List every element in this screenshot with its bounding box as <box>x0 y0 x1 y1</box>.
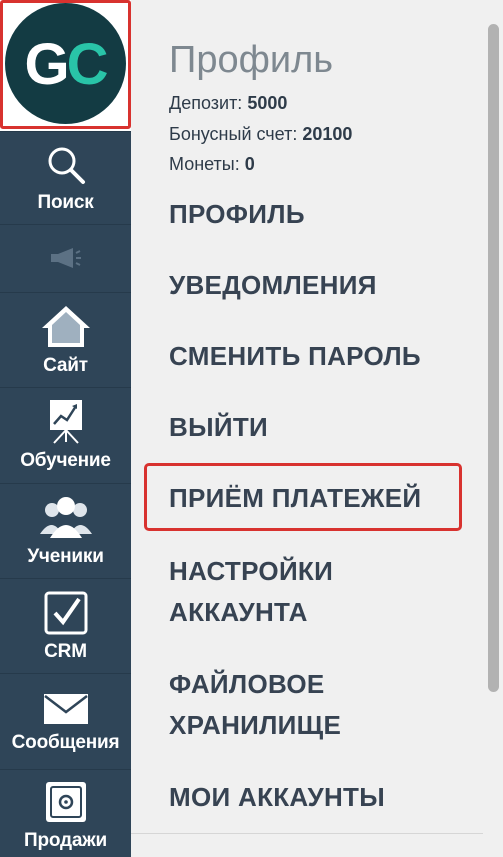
checkbox-icon <box>43 589 89 640</box>
logo-highlight-frame <box>0 0 131 129</box>
menu-item-logout[interactable]: ВЫЙТИ <box>169 407 469 448</box>
users-icon <box>38 494 94 545</box>
deposit-label: Депозит: <box>169 93 248 113</box>
megaphone-icon <box>49 247 83 274</box>
coins-value: 0 <box>244 154 255 174</box>
bonus-label: Бонусный счет: <box>169 124 303 144</box>
menu-item-my-accounts[interactable]: МОИ АККАУНТЫ <box>169 777 469 818</box>
profile-title: Профиль <box>169 39 334 81</box>
menu-item-notifications[interactable]: УВЕДОМЛЕНИЯ <box>169 265 469 306</box>
scrollbar-thumb[interactable] <box>488 24 499 692</box>
menu-item-file-storage[interactable]: ФАЙЛОВОЕ ХРАНИЛИЩЕ <box>169 664 399 746</box>
menu-item-change-password[interactable]: СМЕНИТЬ ПАРОЛЬ <box>169 336 469 377</box>
coins-balance: Монеты: 0 <box>169 153 255 175</box>
sidebar-item-sales[interactable]: Продажи <box>0 769 131 857</box>
sidebar-item-label: Сайт <box>43 355 88 376</box>
sidebar-item-search[interactable]: Поиск <box>0 131 131 224</box>
envelope-icon <box>42 692 90 731</box>
sidebar-item-label: Поиск <box>37 192 94 213</box>
sidebar-item-label: Продажи <box>24 830 107 851</box>
bonus-balance: Бонусный счет: 20100 <box>169 123 352 145</box>
home-icon <box>39 303 93 354</box>
sidebar: GC Поиск Сайт Обучение Ученики CRM Сообщ… <box>0 0 131 857</box>
menu-item-account-settings[interactable]: НАСТРОЙКИ АККАУНТА <box>169 551 399 633</box>
sidebar-item-label: Ученики <box>27 546 104 567</box>
deposit-balance: Депозит: 5000 <box>169 92 287 114</box>
menu-item-profile[interactable]: ПРОФИЛЬ <box>169 194 469 235</box>
sidebar-item-site[interactable]: Сайт <box>0 292 131 387</box>
sidebar-item-students[interactable]: Ученики <box>0 483 131 578</box>
coins-label: Монеты: <box>169 154 245 174</box>
sidebar-item-label: Обучение <box>20 450 111 471</box>
safe-icon <box>43 780 89 829</box>
sidebar-item-crm[interactable]: CRM <box>0 578 131 673</box>
search-icon <box>45 144 87 191</box>
sidebar-item-learning[interactable]: Обучение <box>0 387 131 483</box>
logo-link[interactable]: GC <box>0 0 131 131</box>
divider <box>131 833 483 834</box>
presentation-chart-icon <box>46 398 86 449</box>
sidebar-item-announcements[interactable] <box>0 224 131 292</box>
payment-item-highlight <box>144 463 462 531</box>
sidebar-item-messages[interactable]: Сообщения <box>0 673 131 769</box>
deposit-value: 5000 <box>247 93 288 113</box>
bonus-value: 20100 <box>302 124 353 144</box>
sidebar-item-label: CRM <box>44 641 87 662</box>
sidebar-item-label: Сообщения <box>11 732 120 753</box>
profile-menu-panel: Профиль Депозит: 5000 Бонусный счет: 201… <box>131 0 483 857</box>
